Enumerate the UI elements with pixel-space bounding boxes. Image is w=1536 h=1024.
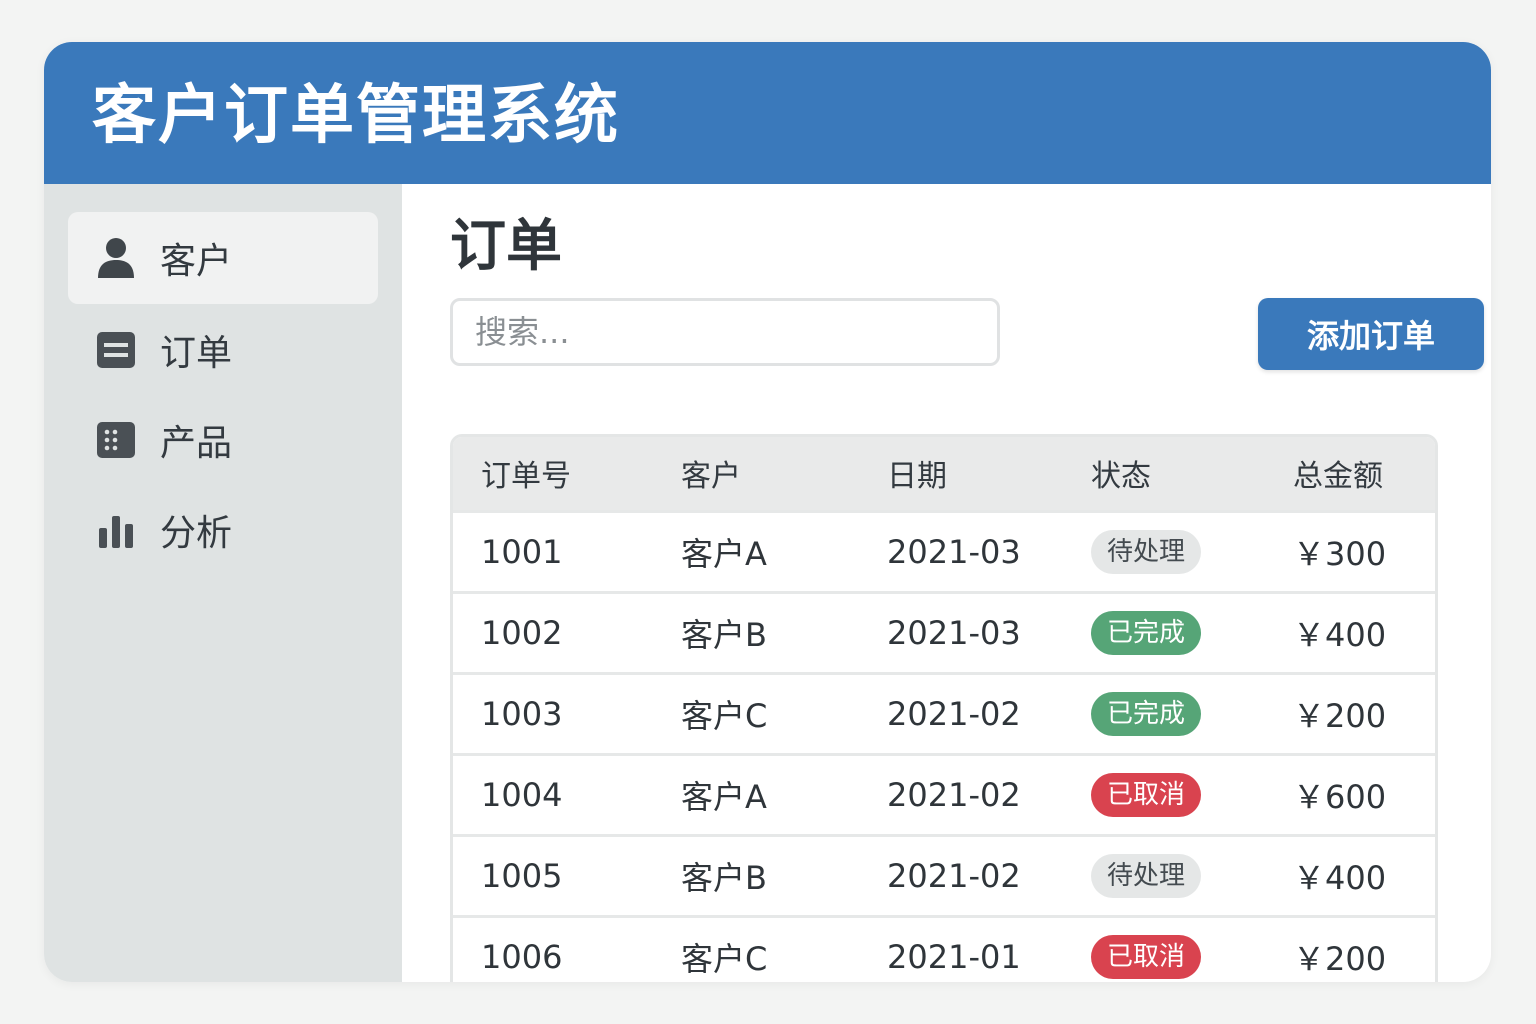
order-customer: 客户C [681,696,768,735]
status-badge: 已完成 [1091,610,1201,655]
order-id: 1001 [481,532,563,571]
column-header-date[interactable]: 日期 [887,437,1091,511]
sidebar-item-label: 产品 [160,423,233,464]
order-date: 2021-03 [887,613,1021,652]
orders-table: 订单号 客户 日期 状态 总金额 1001 客户A 2021-03 待处理 ￥3… [450,434,1438,982]
page-title: 订单 [450,214,562,279]
status-cell: 已完成 [1091,592,1293,673]
status-badge: 待处理 [1091,853,1201,898]
table-header-row: 订单号 客户 日期 状态 总金额 [453,437,1435,511]
order-amount: ￥200 [1293,940,1387,979]
app-title: 客户订单管理系统 [92,79,620,153]
status-badge: 已取消 [1091,935,1201,980]
table-row[interactable]: 1005 客户B 2021-02 待处理 ￥400 [453,835,1435,916]
app-window: 客户订单管理系统 客户 订单 产品 分析 订单 搜索... 添加订单 订单号 客… [44,42,1491,982]
order-customer: 客户A [681,777,767,816]
column-header-total[interactable]: 总金额 [1293,437,1435,511]
order-date: 2021-02 [887,856,1021,895]
order-date: 2021-03 [887,532,1021,571]
order-amount: ￥300 [1293,534,1387,573]
order-customer: 客户A [681,534,767,573]
status-badge: 已完成 [1091,691,1201,736]
order-date: 2021-02 [887,775,1021,814]
order-amount: ￥600 [1293,777,1387,816]
order-id: 1004 [481,775,563,814]
table-row[interactable]: 1006 客户C 2021-01 已取消 ￥200 [453,916,1435,982]
user-icon [96,238,136,278]
column-header-customer[interactable]: 客户 [681,437,887,511]
column-header-order-id[interactable]: 订单号 [453,437,681,511]
status-cell: 已取消 [1091,754,1293,835]
status-cell: 待处理 [1091,835,1293,916]
main-content: 订单 添加订单 订单号 客户 日期 状态 总金额 1001 客户 [402,184,1491,982]
sidebar-item-label: 分析 [160,513,233,554]
order-id: 1005 [481,856,563,895]
product-grid-icon [96,420,136,460]
order-date: 2021-01 [887,938,1021,977]
status-cell: 待处理 [1091,511,1293,592]
add-order-button[interactable]: 添加订单 [1258,298,1484,370]
sidebar-item-orders[interactable]: 订单 [68,304,378,396]
order-list-icon [96,330,136,370]
order-id: 1006 [481,938,563,977]
order-id: 1003 [481,694,563,733]
table-row[interactable]: 1001 客户A 2021-03 待处理 ￥300 [453,511,1435,592]
order-amount: ￥400 [1293,615,1387,654]
order-customer: 客户B [681,615,767,654]
table-row[interactable]: 1003 客户C 2021-02 已完成 ￥200 [453,673,1435,754]
status-badge: 待处理 [1091,529,1201,574]
sidebar-item-label: 客户 [160,241,233,282]
sidebar-item-analytics[interactable]: 分析 [68,484,378,576]
sidebar-item-products[interactable]: 产品 [68,394,378,486]
order-amount: ￥200 [1293,696,1387,735]
header-bar: 客户订单管理系统 [44,42,1491,184]
status-cell: 已完成 [1091,673,1293,754]
search-input[interactable] [450,298,1000,366]
order-customer: 客户B [681,858,767,897]
column-header-status[interactable]: 状态 [1091,437,1293,511]
bar-chart-icon [96,510,136,550]
table-row[interactable]: 1004 客户A 2021-02 已取消 ￥600 [453,754,1435,835]
order-date: 2021-02 [887,694,1021,733]
sidebar: 客户 订单 产品 分析 [44,184,402,982]
order-amount: ￥400 [1293,858,1387,897]
status-badge: 已取消 [1091,772,1201,817]
sidebar-item-label: 订单 [160,333,233,374]
order-customer: 客户C [681,940,768,979]
sidebar-item-customers[interactable]: 客户 [68,212,378,304]
order-id: 1002 [481,613,563,652]
status-cell: 已取消 [1091,916,1293,982]
table-row[interactable]: 1002 客户B 2021-03 已完成 ￥400 [453,592,1435,673]
